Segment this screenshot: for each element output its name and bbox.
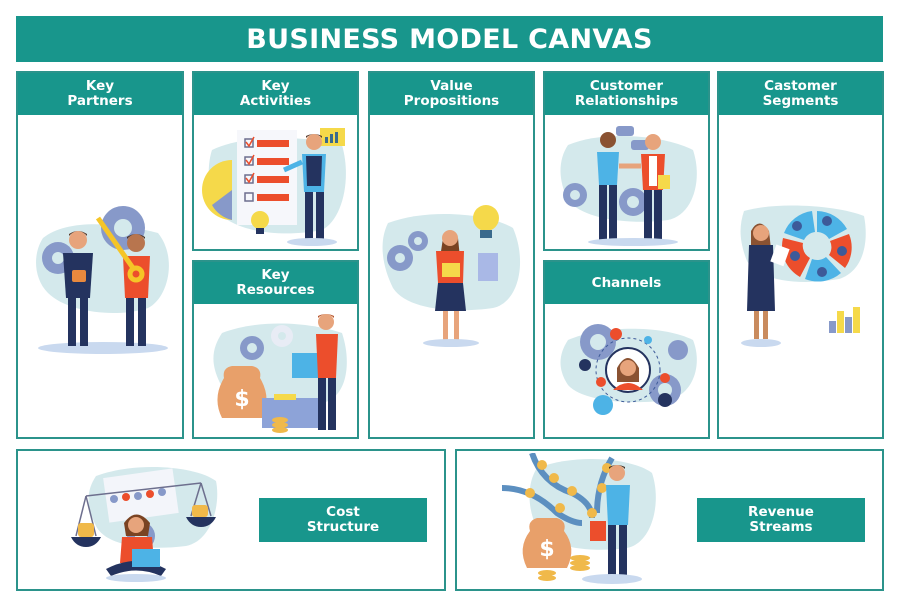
avatar [605,347,651,393]
gear-icon [387,245,413,271]
open-box [262,398,320,428]
block-title-line1: Key [261,78,290,94]
block-customer-relationships: Customer Relationships [543,71,710,251]
block-title-line2: Relationships [574,93,679,109]
block-title-line1: Key [261,267,290,283]
gear-icon [563,183,587,207]
block-title-line2: Segments [762,93,839,109]
key-activities-illustration [202,128,346,246]
cost-structure-label: Cost Structure [259,498,427,542]
bucket-icon [590,521,606,541]
block-title-line2: Structure [306,519,380,535]
folder-icon [658,175,670,189]
block-header: Channels [545,262,708,304]
block-header: Customer Relationships [545,73,708,115]
block-customer-segments: Castomer Segments [717,71,884,439]
block-title-line2: Activities [239,93,312,109]
svg-text:$: $ [234,387,249,412]
block-key-activities: Key Activities [192,71,359,251]
block-value-propositions: Value Propositions [368,71,535,439]
svg-text:$: $ [539,537,554,562]
gear-icon [580,324,616,360]
key-partners-illustration [36,206,169,354]
laptop-icon [132,549,160,567]
block-title-line1: Customer [589,78,664,94]
block-header: Castomer Segments [719,73,882,115]
block-header: Key Activities [194,73,357,115]
padlock-icon [72,270,86,282]
block-title-line2: Partners [67,93,133,109]
block-title-line2: Streams [749,519,813,535]
block-revenue-streams: $ Revenue Streams [455,449,884,591]
block-cost-structure: Cost Structure [16,449,446,591]
block-title-line2: Propositions [403,93,500,109]
page-title: BUSINESS MODEL CANVAS [16,16,883,62]
gear-icon [619,188,647,216]
value-propositions-illustration [382,205,521,347]
block-title-line1: Revenue [748,504,814,520]
customer-relationships-illustration [560,126,697,246]
block-title-line1: Channels [591,274,662,291]
gear-icon [271,325,293,347]
gear-icon [240,336,264,360]
box-icon [442,263,460,277]
block-key-resources: Key Resources $ [192,260,359,439]
block-title-line2: Resources [236,282,315,298]
cost-structure-illustration [71,466,218,582]
block-channels: Channels [543,260,710,439]
revenue-streams-label: Revenue Streams [697,498,865,542]
document-icon [478,253,498,281]
block-header: Key Partners [18,73,182,115]
block-header: Key Resources [194,262,357,304]
block-key-partners: Key Partners [16,71,184,439]
block-title-line1: Cost [326,504,360,520]
bar-chart-icon [829,307,860,333]
channels-illustration [560,324,697,415]
key-resources-illustration: $ [213,314,347,433]
block-title-line1: Value [430,78,473,94]
customer-segments-illustration [740,205,866,347]
money-bag-icon: $ [522,518,572,568]
block-header: Value Propositions [370,73,533,115]
block-title-line1: Key [85,78,115,94]
revenue-streams-illustration: $ [502,453,656,584]
money-bag-icon: $ [217,366,267,418]
coins-icon [272,417,288,433]
gear-icon [408,231,428,251]
block-title-line1: Castomer [764,78,837,94]
